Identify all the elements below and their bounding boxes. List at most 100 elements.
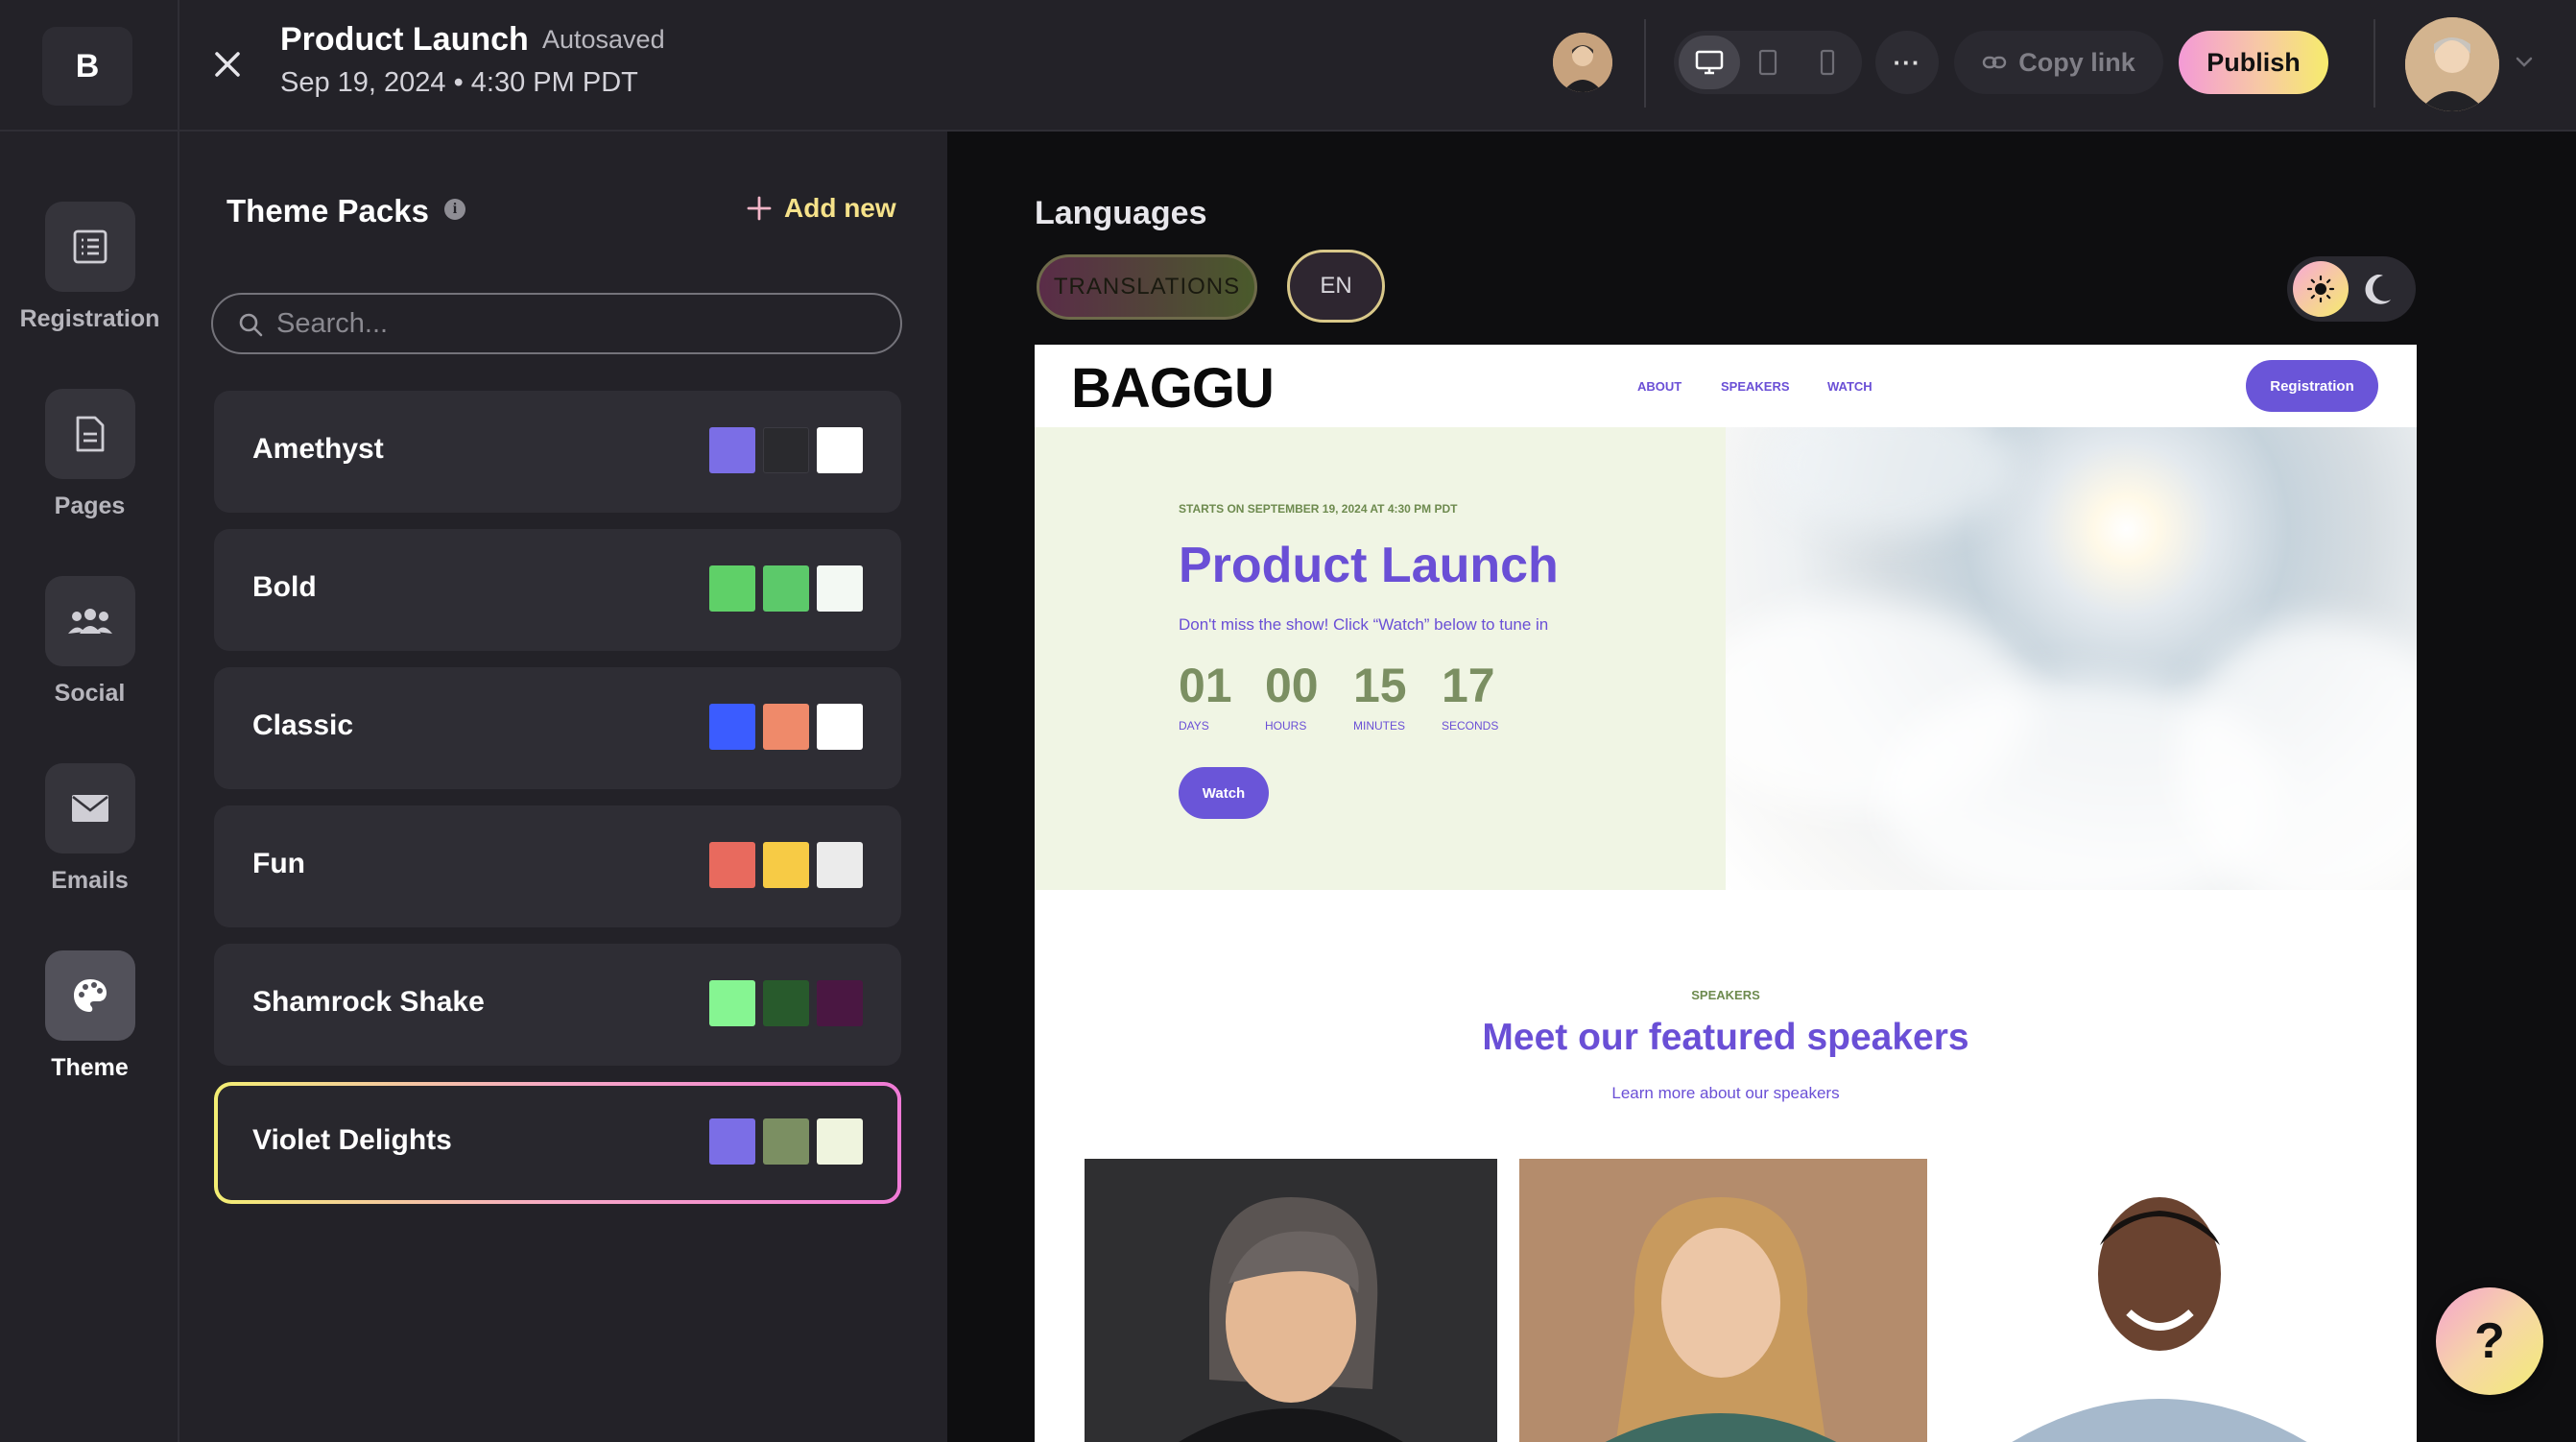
sidebar-item-label: Theme — [51, 1054, 129, 1081]
mobile-view-button[interactable] — [1797, 36, 1858, 89]
translations-button[interactable]: TRANSLATIONS — [1037, 254, 1257, 320]
watch-button[interactable]: Watch — [1179, 767, 1269, 819]
close-icon[interactable] — [205, 42, 250, 86]
person-icon — [2405, 17, 2499, 111]
color-swatch — [709, 427, 755, 473]
device-switcher — [1674, 31, 1862, 94]
color-swatch — [817, 1118, 863, 1165]
color-swatch — [709, 1118, 755, 1165]
theme-list: Amethyst Bold Classic Fun Shamrock Shake… — [214, 391, 901, 1220]
moon-icon[interactable] — [2360, 272, 2395, 306]
sun-icon[interactable] — [2293, 261, 2349, 317]
theme-name: Fun — [252, 848, 305, 879]
speakers-title: Meet our featured speakers — [1482, 1017, 1969, 1058]
color-swatches — [709, 1118, 863, 1165]
panel-title: Theme Packs — [227, 193, 429, 228]
copy-link-label: Copy link — [2018, 47, 2135, 77]
palette-icon — [44, 950, 135, 1041]
copy-link-button[interactable]: Copy link — [1954, 31, 2163, 94]
help-button[interactable]: ? — [2436, 1287, 2543, 1395]
person-icon — [1519, 1159, 1927, 1442]
languages-title: Languages — [1035, 195, 1207, 231]
countdown-hours: 00 — [1265, 659, 1319, 712]
hero-image — [1726, 427, 2417, 890]
countdown-label: MINUTES — [1353, 719, 1405, 733]
speaker-photo — [1085, 1159, 1497, 1442]
theme-item-fun[interactable]: Fun — [214, 805, 901, 927]
tablet-view-button[interactable] — [1737, 36, 1799, 89]
desktop-view-button[interactable] — [1679, 36, 1740, 89]
user-avatar[interactable] — [2405, 17, 2499, 111]
mobile-icon — [1820, 49, 1835, 76]
color-swatch — [709, 704, 755, 750]
color-swatch — [763, 704, 809, 750]
theme-name: Violet Delights — [252, 1124, 452, 1156]
theme-item-violet-delights[interactable]: Violet Delights — [214, 1082, 901, 1204]
theme-item-shamrock-shake[interactable]: Shamrock Shake — [214, 944, 901, 1066]
sidebar-item-theme[interactable]: Theme — [0, 950, 179, 1082]
info-icon[interactable]: i — [444, 199, 465, 220]
add-new-button[interactable]: Add new — [746, 193, 896, 224]
sidebar-item-registration[interactable]: Registration — [0, 202, 179, 333]
link-icon — [1983, 56, 2007, 69]
app-logo[interactable]: B — [42, 27, 132, 106]
site-registration-button[interactable]: Registration — [2246, 360, 2378, 412]
person-icon — [1946, 1159, 2369, 1442]
color-swatch — [817, 427, 863, 473]
sidebar-item-label: Emails — [51, 867, 129, 894]
search-input[interactable] — [276, 302, 871, 345]
collaborator-avatar[interactable] — [1553, 33, 1612, 92]
site-nav-about[interactable]: ABOUT — [1637, 379, 1682, 394]
chevron-down-icon[interactable] — [2513, 50, 2536, 73]
color-swatch — [763, 842, 809, 888]
color-mode-toggle[interactable] — [2287, 256, 2416, 322]
language-en-button[interactable]: EN — [1287, 250, 1385, 323]
color-swatches — [709, 565, 863, 612]
color-swatch — [709, 980, 755, 1026]
hero-subtitle: Don't miss the show! Click “Watch” below… — [1179, 615, 1549, 634]
add-new-label: Add new — [784, 193, 896, 223]
cloud-shape — [2177, 619, 2417, 890]
hero-title: Product Launch — [1179, 538, 1559, 593]
sidebar-item-label: Registration — [19, 305, 160, 332]
color-swatch — [709, 565, 755, 612]
tablet-icon — [1758, 49, 1777, 76]
theme-search — [211, 293, 902, 354]
color-swatch — [763, 565, 809, 612]
event-date: Sep 19, 2024 • 4:30 PM PDT — [280, 67, 638, 98]
speaker-photo — [1946, 1159, 2369, 1442]
color-swatches — [709, 980, 863, 1026]
publish-button[interactable]: Publish — [2179, 31, 2328, 94]
theme-name: Bold — [252, 571, 317, 603]
sidebar-item-social[interactable]: Social — [0, 576, 179, 708]
site-brand[interactable]: BAGGU — [1071, 356, 1275, 421]
color-swatch — [817, 565, 863, 612]
countdown-minutes: 15 — [1353, 659, 1407, 712]
countdown-seconds: 17 — [1442, 659, 1495, 712]
page-title: Product Launch — [280, 21, 529, 58]
countdown-label: DAYS — [1179, 719, 1209, 733]
site-nav-watch[interactable]: WATCH — [1827, 379, 1872, 394]
theme-item-classic[interactable]: Classic — [214, 667, 901, 789]
color-swatch — [763, 1118, 809, 1165]
color-swatch — [817, 704, 863, 750]
theme-panel: Theme Packs i Add new Amethyst Bold — [179, 132, 947, 1442]
sidebar-item-pages[interactable]: Pages — [0, 389, 179, 520]
theme-name: Classic — [252, 709, 354, 741]
speakers-link[interactable]: Learn more about our speakers — [1035, 1084, 2417, 1103]
more-options-button[interactable]: ··· — [1875, 31, 1939, 94]
speakers-eyebrow: SPEAKERS — [1691, 988, 1760, 1002]
theme-item-amethyst[interactable]: Amethyst — [214, 391, 901, 513]
sidebar-item-emails[interactable]: Emails — [0, 763, 179, 895]
theme-name: Amethyst — [252, 433, 384, 465]
sidebar: Registration Pages Social Emails Theme — [0, 132, 179, 1442]
countdown-days: 01 — [1179, 659, 1232, 712]
divider — [2373, 19, 2375, 108]
site-nav-speakers[interactable]: SPEAKERS — [1721, 379, 1790, 394]
sidebar-item-label: Pages — [54, 493, 126, 519]
top-bar: B Product Launch Autosaved Sep 19, 2024 … — [0, 0, 2576, 132]
countdown-label: HOURS — [1265, 719, 1307, 733]
theme-item-bold[interactable]: Bold — [214, 529, 901, 651]
site-preview: BAGGU ABOUT SPEAKERS WATCH Registration … — [1035, 345, 2417, 1442]
envelope-icon — [44, 763, 135, 853]
